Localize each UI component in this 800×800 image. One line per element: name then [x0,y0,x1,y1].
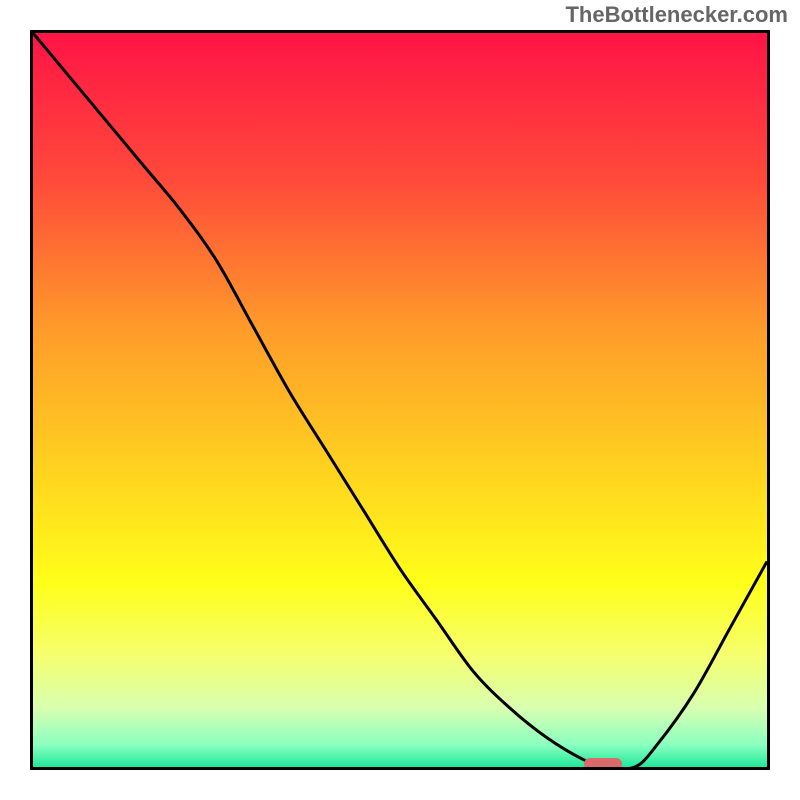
chart-frame [30,30,770,770]
optimal-marker [584,758,622,770]
bottleneck-curve [33,33,767,767]
watermark-text: TheBottlenecker.com [565,2,788,28]
